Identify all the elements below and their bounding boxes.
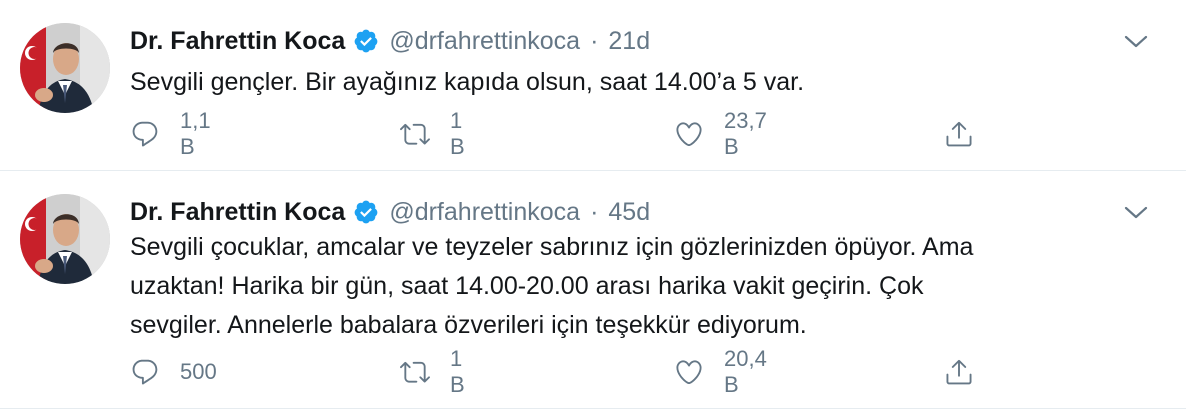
retweet-icon xyxy=(400,357,430,387)
verified-badge-icon xyxy=(353,199,379,225)
share-button[interactable] xyxy=(944,355,974,389)
like-icon xyxy=(674,119,704,149)
reply-button[interactable]: 1,1 B xyxy=(130,108,211,159)
tweet[interactable]: Dr. Fahrettin Koca @drfahrettinkoca · 21… xyxy=(0,0,1186,171)
author-name[interactable]: Dr. Fahrettin Koca xyxy=(130,198,345,227)
tweet[interactable]: Dr. Fahrettin Koca @drfahrettinkoca · 45… xyxy=(0,171,1186,409)
like-icon xyxy=(674,357,704,387)
reply-button[interactable]: 500 xyxy=(130,355,217,389)
author-handle[interactable]: @drfahrettinkoca xyxy=(389,27,580,56)
tweet-text: Sevgili gençler. Bir ayağınız kapıda ols… xyxy=(130,68,805,96)
share-button[interactable] xyxy=(944,117,974,151)
share-icon xyxy=(944,119,974,149)
share-icon xyxy=(944,357,974,387)
like-count: 20,4 B xyxy=(724,346,767,397)
retweet-count: 1 B xyxy=(450,108,465,159)
separator-dot: · xyxy=(590,26,599,55)
tweet-text: Sevgili çocuklar, amcalar ve teyzeler sa… xyxy=(130,233,974,339)
reply-count: 1,1 B xyxy=(180,108,211,159)
author-handle[interactable]: @drfahrettinkoca xyxy=(389,198,580,227)
avatar[interactable] xyxy=(20,194,110,284)
avatar[interactable] xyxy=(20,23,110,113)
author-name[interactable]: Dr. Fahrettin Koca xyxy=(130,27,345,56)
tweet-header: Dr. Fahrettin Koca @drfahrettinkoca · 45… xyxy=(130,195,650,229)
retweet-count: 1 B xyxy=(450,346,465,397)
tweet-header: Dr. Fahrettin Koca @drfahrettinkoca · 21… xyxy=(130,24,650,58)
chevron-down-icon[interactable] xyxy=(1124,205,1148,221)
like-button[interactable]: 20,4 B xyxy=(674,346,767,397)
retweet-icon xyxy=(400,119,430,149)
tweet-timestamp[interactable]: 45d xyxy=(608,198,650,227)
like-button[interactable]: 23,7 B xyxy=(674,108,767,159)
reply-icon xyxy=(130,357,160,387)
chevron-down-icon[interactable] xyxy=(1124,34,1148,50)
retweet-button[interactable]: 1 B xyxy=(400,108,465,159)
tweet-timestamp[interactable]: 21d xyxy=(608,27,650,56)
separator-dot: · xyxy=(590,197,599,226)
reply-icon xyxy=(130,119,160,149)
retweet-button[interactable]: 1 B xyxy=(400,346,465,397)
like-count: 23,7 B xyxy=(724,108,767,159)
reply-count: 500 xyxy=(180,359,217,384)
verified-badge-icon xyxy=(353,28,379,54)
